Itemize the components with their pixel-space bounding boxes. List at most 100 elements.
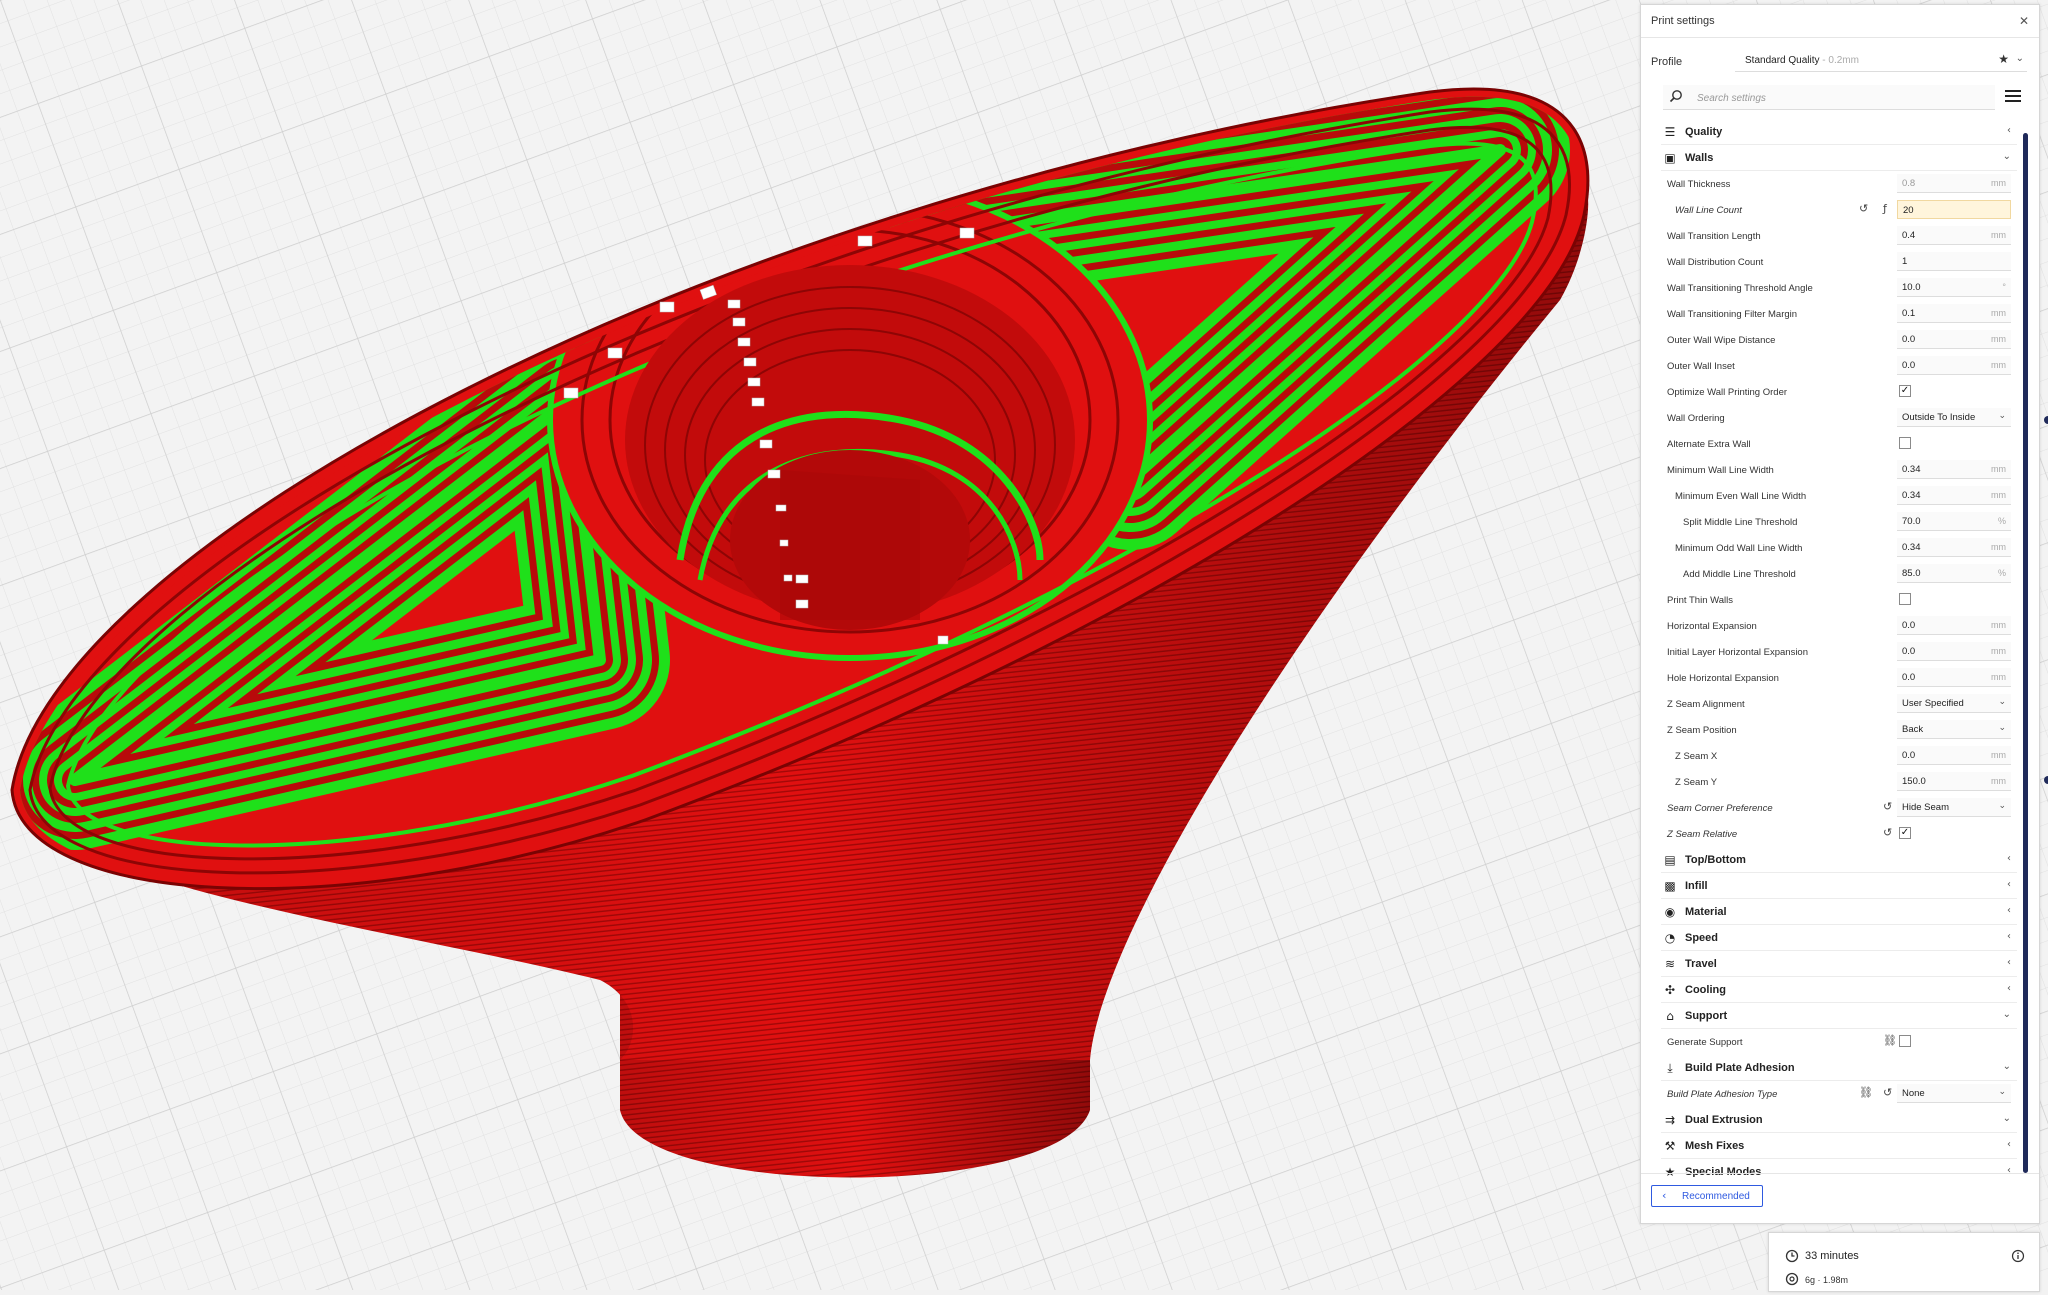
reset-icon[interactable]: ↺: [1883, 1086, 1892, 1099]
setting-label: Generate Support: [1667, 1037, 1743, 1048]
function-icon[interactable]: ƒ: [1883, 202, 1887, 215]
horizontal-expansion-input[interactable]: 0.0 mm: [1897, 616, 2011, 635]
setting-label: Z Seam Position: [1667, 725, 1737, 736]
initial-layer-horizontal-expansion-input[interactable]: 0.0 mm: [1897, 642, 2011, 661]
chevron-left-icon: ‹: [2007, 879, 2011, 890]
minimum-wall-line-width-input[interactable]: 0.34 mm: [1897, 460, 2011, 479]
setting-label: Build Plate Adhesion Type: [1667, 1089, 1778, 1100]
alternate-extra-wall-checkbox[interactable]: [1899, 437, 1911, 449]
settings-menu-icon[interactable]: [2005, 87, 2021, 105]
section-cooling[interactable]: ✣ Cooling ‹: [1661, 977, 2017, 1003]
print-thin-walls-checkbox[interactable]: [1899, 593, 1911, 605]
seam-corner-preference-select[interactable]: Hide Seam ⌄: [1897, 798, 2011, 817]
favorite-star-icon[interactable]: ★: [1998, 52, 2009, 66]
profile-dropdown[interactable]: Standard Quality - 0.2mm ★ ⌄: [1735, 49, 2027, 72]
minimum-even-wall-line-width-input[interactable]: 0.34 mm: [1897, 486, 2011, 505]
print-estimate-card: 33 minutes 6g · 1.98m: [1768, 1232, 2040, 1292]
link-icon[interactable]: ⛓: [1883, 1034, 1897, 1047]
wall-distribution-count-input[interactable]: 1: [1897, 252, 2011, 271]
reset-icon[interactable]: ↺: [1883, 800, 1892, 813]
setting-wall-distribution-count: Wall Distribution Count 1: [1661, 249, 2017, 275]
setting-label: Minimum Wall Line Width: [1667, 465, 1774, 476]
setting-value: 0.34: [1902, 464, 1921, 475]
search-input[interactable]: [1695, 88, 1989, 108]
setting-print-thin-walls: Print Thin Walls: [1661, 587, 2017, 613]
generate-support-checkbox[interactable]: [1899, 1035, 1911, 1047]
section-travel[interactable]: ≋ Travel ‹: [1661, 951, 2017, 977]
section-label: Quality: [1685, 126, 1723, 138]
walls-icon: ▣: [1664, 151, 1676, 165]
setting-label: Z Seam Alignment: [1667, 699, 1745, 710]
setting-value: 0.0: [1902, 360, 1916, 371]
reset-icon[interactable]: ↺: [1859, 202, 1868, 215]
chevron-down-icon: ⌄: [2002, 1009, 2011, 1020]
setting-value: 1: [1902, 256, 1908, 267]
reset-icon[interactable]: ↺: [1883, 826, 1892, 839]
chevron-down-icon: ⌄: [1998, 411, 2006, 421]
section-build-plate-adhesion[interactable]: ⤓ Build Plate Adhesion ⌄: [1661, 1055, 2017, 1081]
setting-label: Print Thin Walls: [1667, 595, 1733, 606]
setting-label: Z Seam X: [1675, 751, 1718, 762]
print-time: 33 minutes: [1805, 1250, 1859, 1262]
setting-value: 10.0: [1902, 282, 1921, 293]
setting-label: Minimum Even Wall Line Width: [1675, 491, 1807, 502]
optimize-wall-printing-order-checkbox[interactable]: ✓: [1899, 385, 1911, 397]
wall-ordering-select[interactable]: Outside To Inside ⌄: [1897, 408, 2011, 427]
hole-horizontal-expansion-input[interactable]: 0.0 mm: [1897, 668, 2011, 687]
setting-label: Wall Transitioning Filter Margin: [1667, 309, 1798, 320]
selected-option: Outside To Inside: [1902, 412, 1976, 423]
wall-transitioning-threshold-angle-input[interactable]: 10.0 °: [1897, 278, 2011, 297]
scrollbar[interactable]: [2023, 133, 2028, 1173]
info-icon[interactable]: [2011, 1249, 2025, 1263]
outer-wall-wipe-distance-input[interactable]: 0.0 mm: [1897, 330, 2011, 349]
setting-label: Z Seam Y: [1675, 777, 1718, 788]
selected-option: User Specified: [1902, 698, 1964, 709]
material-estimate: 6g · 1.98m: [1805, 1275, 1849, 1285]
outer-wall-inset-input[interactable]: 0.0 mm: [1897, 356, 2011, 375]
setting-label: Optimize Wall Printing Order: [1667, 387, 1788, 398]
search-box: [1663, 85, 1995, 110]
setting-horizontal-expansion: Horizontal Expansion 0.0 mm: [1661, 613, 2017, 639]
profile-layer-height: - 0.2mm: [1819, 55, 1859, 66]
section-quality[interactable]: ☰ Quality ‹: [1661, 119, 2017, 145]
wall-transition-length-input[interactable]: 0.4 mm: [1897, 226, 2011, 245]
link-icon[interactable]: ⛓: [1859, 1086, 1873, 1099]
setting-wall-transition-length: Wall Transition Length 0.4 mm: [1661, 223, 2017, 249]
add-middle-line-threshold-input[interactable]: 85.0%: [1897, 564, 2011, 583]
section-walls[interactable]: ▣ Walls ⌄: [1661, 145, 2017, 171]
z-seam-alignment-select[interactable]: User Specified ⌄: [1897, 694, 2011, 713]
split-middle-line-threshold-input[interactable]: 70.0%: [1897, 512, 2011, 531]
setting-build-plate-adhesion-type: Build Plate Adhesion Type ↺ ⛓ None ⌄: [1661, 1081, 2017, 1107]
setting-generate-support: Generate Support ⛓: [1661, 1029, 2017, 1055]
section-mesh-fixes[interactable]: ⚒ Mesh Fixes ‹: [1661, 1133, 2017, 1159]
z-seam-y-input[interactable]: 150.0 mm: [1897, 772, 2011, 791]
z-seam-relative-checkbox[interactable]: ✓: [1899, 827, 1911, 839]
section-label: Infill: [1685, 880, 1708, 892]
section-dual-extrusion[interactable]: ⇉ Dual Extrusion ⌄: [1661, 1107, 2017, 1133]
settings-list: ☰ Quality ‹ ▣ Walls ⌄ Wall Thickness 0.8 mm Wall …: [1661, 119, 2017, 1177]
z-seam-position-select[interactable]: Back ⌄: [1897, 720, 2011, 739]
mesh-fixes-icon: ⚒: [1664, 1139, 1676, 1153]
minimum-odd-wall-line-width-input[interactable]: 0.34 mm: [1897, 538, 2011, 557]
wall-thickness-input[interactable]: 0.8 mm: [1897, 174, 2011, 193]
wall-transitioning-filter-margin-input[interactable]: 0.1 mm: [1897, 304, 2011, 323]
chevron-down-icon: ⌄: [2015, 53, 2024, 64]
build-plate-adhesion-type-select[interactable]: None ⌄: [1897, 1084, 2011, 1103]
z-seam-x-input[interactable]: 0.0 mm: [1897, 746, 2011, 765]
setting-unit: mm: [1991, 542, 2006, 552]
close-icon[interactable]: ✕: [2019, 14, 2029, 28]
recommended-button[interactable]: ‹ Recommended: [1651, 1185, 1763, 1207]
section-top-bottom[interactable]: ▤ Top/Bottom ‹: [1661, 847, 2017, 873]
wall-line-count-input[interactable]: 20: [1897, 200, 2011, 219]
section-support[interactable]: ⌂ Support ⌄: [1661, 1003, 2017, 1029]
section-label: Mesh Fixes: [1685, 1140, 1745, 1152]
chevron-down-icon: ⌄: [2002, 151, 2011, 162]
chevron-left-icon: ‹: [2007, 983, 2011, 994]
section-material[interactable]: ◉ Material ‹: [1661, 899, 2017, 925]
setting-outer-wall-wipe-distance: Outer Wall Wipe Distance 0.0 mm: [1661, 327, 2017, 353]
section-special-modes[interactable]: ★ Special Modes ‹: [1661, 1159, 2017, 1177]
setting-unit: mm: [1991, 776, 2006, 786]
section-infill[interactable]: ▩ Infill ‹: [1661, 873, 2017, 899]
section-speed[interactable]: ◔ Speed ‹: [1661, 925, 2017, 951]
top-bottom-icon: ▤: [1664, 853, 1676, 867]
